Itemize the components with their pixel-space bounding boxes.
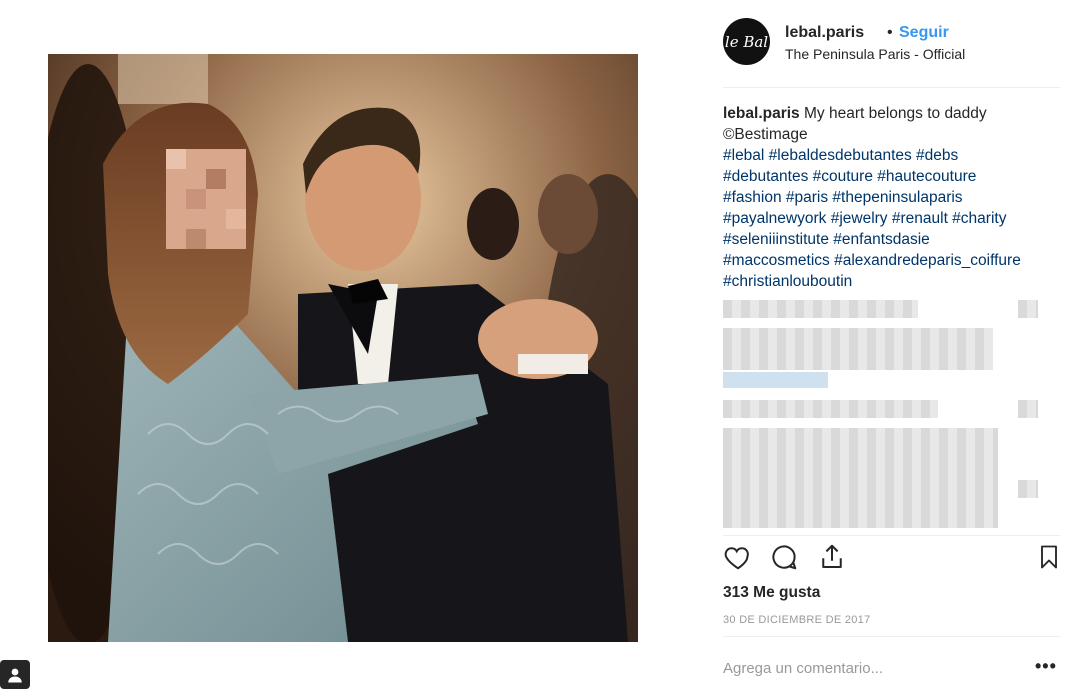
location-link[interactable]: The Peninsula Paris - Official: [785, 46, 965, 62]
hashtag-line[interactable]: #seleniiinstitute #enfantsdasie: [723, 231, 930, 248]
post-actions: [723, 542, 1060, 576]
blurred-comment-line: [723, 328, 993, 370]
caption-username[interactable]: lebal.paris: [723, 105, 800, 122]
blurred-comment-line: [723, 428, 998, 528]
blurred-comment-line: [723, 400, 938, 418]
comments-divider: [723, 535, 1060, 536]
account-avatar[interactable]: le Bal: [723, 18, 770, 65]
user-icon[interactable]: [0, 660, 30, 689]
heart-icon[interactable]: [723, 542, 753, 572]
share-icon[interactable]: [817, 542, 847, 572]
blurred-like-icon: [1018, 300, 1038, 318]
header-username[interactable]: lebal.paris: [785, 24, 864, 42]
post-photo-illustration: [48, 54, 638, 642]
post-side-panel: le Bal lebal.paris • Seguir The Peninsul…: [723, 0, 1063, 689]
post-date[interactable]: 30 DE DICIEMBRE DE 2017: [723, 614, 871, 626]
blurred-like-icon: [1018, 480, 1038, 498]
comment-icon[interactable]: [769, 542, 799, 572]
follow-button[interactable]: Seguir: [899, 24, 949, 42]
caption-text: My heart belongs to daddy: [804, 105, 987, 122]
post-header: le Bal lebal.paris • Seguir The Peninsul…: [723, 18, 1060, 68]
header-divider: [723, 87, 1060, 88]
avatar-logo-text: le Bal: [724, 32, 769, 51]
blurred-like-icon: [1018, 400, 1038, 418]
blurred-comment-line: [723, 300, 918, 318]
hashtag-line[interactable]: #lebal #lebaldesdebutantes #debs: [723, 147, 958, 164]
hashtag-line[interactable]: #payalnewyork #jewelry #renault #charity: [723, 210, 1006, 227]
likes-count[interactable]: 313 Me gusta: [723, 584, 820, 602]
hashtag-line[interactable]: #christianlouboutin: [723, 273, 852, 288]
input-divider: [723, 636, 1060, 637]
comment-input[interactable]: Agrega un comentario...: [723, 660, 883, 677]
hashtag-line[interactable]: #fashion #paris #thepeninsulaparis: [723, 189, 963, 206]
caption-credit: ©Bestimage: [723, 126, 808, 143]
header-separator: •: [887, 24, 893, 41]
post-photo[interactable]: [48, 54, 638, 642]
blurred-comment-link: [723, 372, 828, 388]
more-options-button[interactable]: •••: [1035, 656, 1057, 677]
bookmark-icon[interactable]: [1035, 542, 1063, 572]
hashtag-line[interactable]: #maccosmetics #alexandredeparis_coiffure: [723, 252, 1021, 269]
post-caption: lebal.paris My heart belongs to daddy ©B…: [723, 103, 1038, 288]
hashtag-line[interactable]: #debutantes #couture #hautecouture: [723, 168, 976, 185]
